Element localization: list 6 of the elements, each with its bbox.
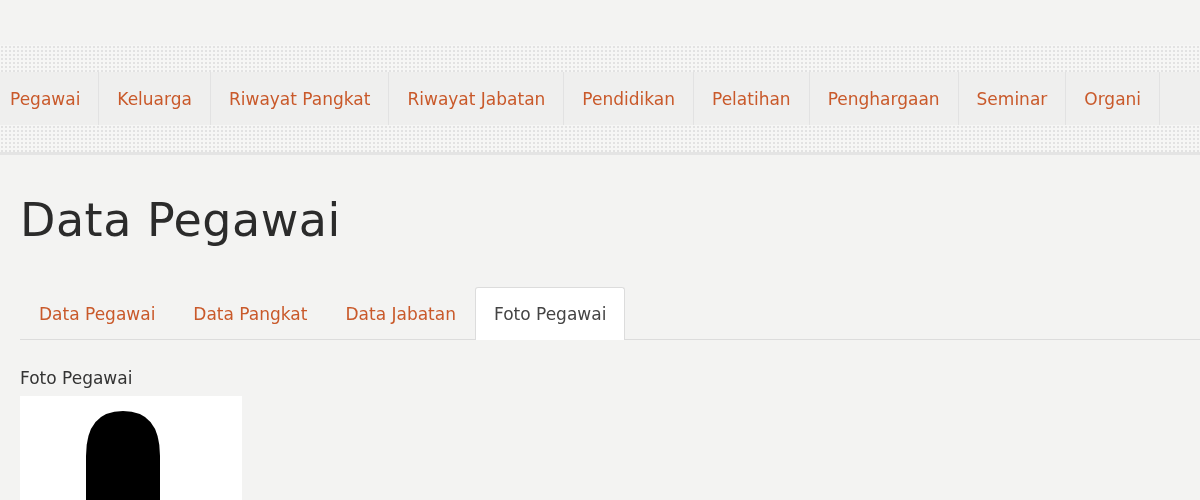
tab[interactable]: Data Pegawai bbox=[20, 287, 175, 340]
field-label: Foto Pegawai bbox=[20, 368, 133, 388]
tab[interactable]: Data Jabatan bbox=[326, 287, 475, 340]
page-heading: Data Pegawai bbox=[20, 193, 341, 247]
tab[interactable]: Foto Pegawai bbox=[474, 287, 626, 340]
tab[interactable]: Data Pangkat bbox=[174, 287, 327, 340]
